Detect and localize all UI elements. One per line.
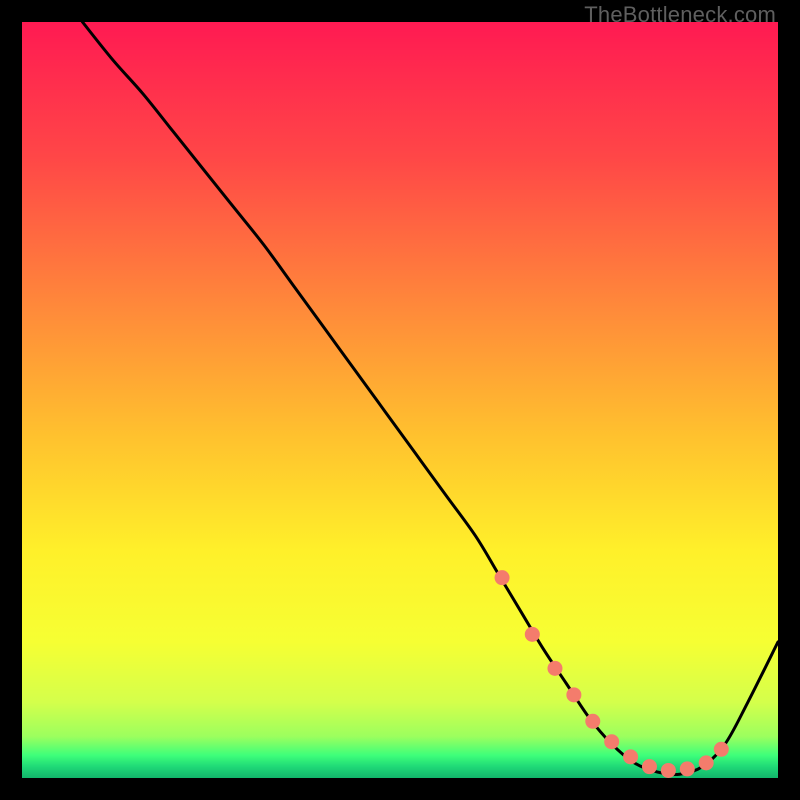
highlight-dot	[525, 627, 540, 642]
highlight-dot	[642, 759, 657, 774]
highlight-dot	[566, 687, 581, 702]
highlight-dot	[604, 734, 619, 749]
highlight-dot	[680, 761, 695, 776]
highlight-dot	[495, 570, 510, 585]
highlight-dot	[661, 763, 676, 778]
highlight-dot	[547, 661, 562, 676]
watermark-text: TheBottleneck.com	[584, 2, 776, 28]
bottleneck-chart	[22, 22, 778, 778]
highlight-dot	[623, 749, 638, 764]
highlight-dot	[699, 755, 714, 770]
highlight-dot	[714, 742, 729, 757]
highlight-dot	[585, 714, 600, 729]
chart-frame	[22, 22, 778, 778]
gradient-background	[22, 22, 778, 778]
